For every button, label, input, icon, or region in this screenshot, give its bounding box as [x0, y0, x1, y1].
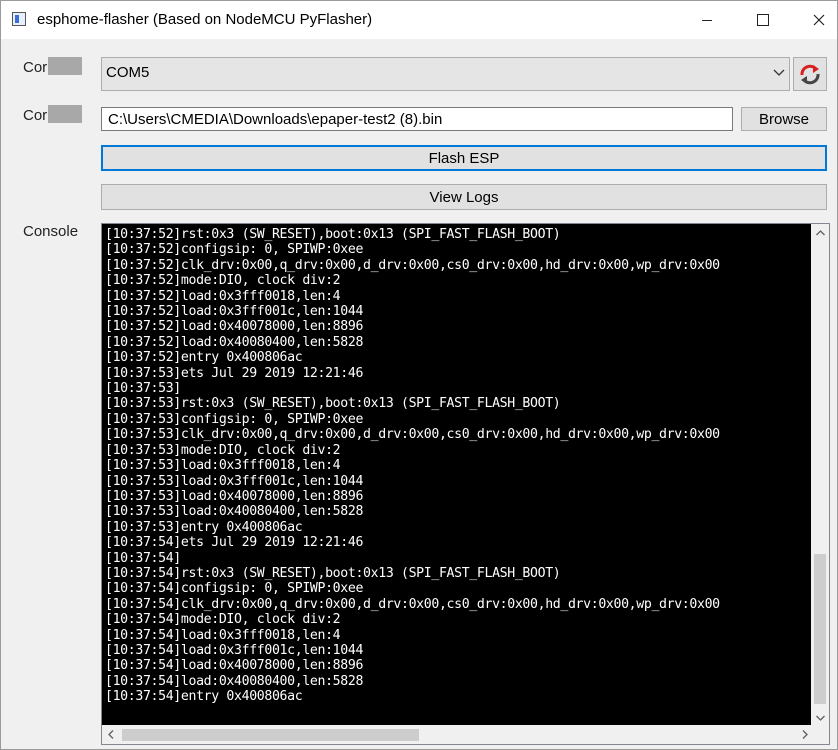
- console-line: [10:37:53]mode:DIO, clock div:2: [105, 442, 341, 458]
- horizontal-scrollbar[interactable]: [102, 725, 813, 744]
- close-button[interactable]: [791, 1, 837, 39]
- console-line: [10:37:54]configsip: 0, SPIWP:0xee: [105, 581, 364, 597]
- browse-button[interactable]: Browse: [741, 107, 827, 131]
- chevron-right-icon: [802, 730, 808, 739]
- console-line: [10:37:52]entry 0x400806ac: [105, 350, 303, 366]
- console-line: [10:37:54]entry 0x400806ac: [105, 689, 303, 705]
- maximize-icon: [757, 14, 769, 26]
- scroll-left-button[interactable]: [102, 725, 119, 744]
- vertical-scrollbar[interactable]: [811, 224, 829, 726]
- console-log-text: [10:37:52]rst:0x3 (SW_RESET),boot:0x13 (…: [105, 227, 805, 705]
- chevron-down-icon: [815, 715, 825, 721]
- console-line: [10:37:53]clk_drv:0x00,q_drv:0x00,d_drv:…: [105, 427, 720, 443]
- firmware-path-field[interactable]: [101, 107, 733, 131]
- console-line: [10:37:54]load:0x3fff0018,len:4: [105, 627, 341, 643]
- serial-port-label-text: Cor: [23, 59, 48, 76]
- maximize-button[interactable]: [735, 1, 791, 39]
- console-line: [10:37:52]load:0x3fff001c,len:1044: [105, 304, 364, 320]
- console-line: [10:37:54]clk_drv:0x00,q_drv:0x00,d_drv:…: [105, 596, 720, 612]
- console-line: [10:37:53]load:0x40080400,len:5828: [105, 504, 364, 520]
- scroll-down-button[interactable]: [811, 709, 829, 726]
- console-line: [10:37:52]configsip: 0, SPIWP:0xee: [105, 242, 364, 258]
- scrollbar-corner: [811, 725, 829, 744]
- console-line: [10:37:52]load:0x40080400,len:5828: [105, 334, 364, 350]
- redaction-mask: [48, 57, 83, 75]
- console-line: [10:37:54]mode:DIO, clock div:2: [105, 612, 341, 628]
- window-title: esphome-flasher (Based on NodeMCU PyFlas…: [37, 11, 373, 28]
- console-line: [10:37:54]rst:0x3 (SW_RESET),boot:0x13 (…: [105, 565, 561, 581]
- console-line: [10:37:54]load:0x40078000,len:8896: [105, 658, 364, 674]
- console-line: [10:37:54]ets Jul 29 2019 12:21:46: [105, 535, 364, 551]
- reload-icon: [800, 64, 820, 85]
- chevron-down-icon: [773, 69, 785, 76]
- minimize-button[interactable]: [679, 1, 735, 39]
- console-line: [10:37:53]rst:0x3 (SW_RESET),boot:0x13 (…: [105, 396, 561, 412]
- console-line: [10:37:52]load:0x3fff0018,len:4: [105, 288, 341, 304]
- app-window: esphome-flasher (Based on NodeMCU PyFlas…: [0, 0, 838, 750]
- console-line: [10:37:52]mode:DIO, clock div:2: [105, 273, 341, 289]
- app-window-icon: [12, 12, 26, 26]
- console-line: [10:37:52]clk_drv:0x00,q_drv:0x00,d_drv:…: [105, 257, 720, 273]
- console-line: [10:37:54]: [105, 550, 181, 566]
- console-line: [10:37:53]: [105, 381, 181, 397]
- chevron-left-icon: [107, 730, 113, 739]
- firmware-label: Cor: [23, 105, 83, 124]
- title-bar[interactable]: esphome-flasher (Based on NodeMCU PyFlas…: [1, 1, 837, 39]
- console-line: [10:37:53]configsip: 0, SPIWP:0xee: [105, 411, 364, 427]
- console-line: [10:37:54]load:0x3fff001c,len:1044: [105, 642, 364, 658]
- view-logs-button[interactable]: View Logs: [101, 184, 827, 210]
- console-line: [10:37:52]load:0x40078000,len:8896: [105, 319, 364, 335]
- console-line: [10:37:53]ets Jul 29 2019 12:21:46: [105, 365, 364, 381]
- close-icon: [813, 14, 825, 26]
- serial-port-label: Cor: [23, 57, 83, 76]
- horizontal-scroll-thumb[interactable]: [122, 729, 419, 741]
- minimize-icon: [702, 19, 712, 21]
- vertical-scroll-thumb[interactable]: [814, 554, 826, 704]
- serial-port-select[interactable]: COM5: [101, 57, 790, 91]
- console-line: [10:37:53]load:0x3fff0018,len:4: [105, 458, 341, 474]
- firmware-label-text: Cor: [23, 107, 48, 124]
- console-line: [10:37:53]entry 0x400806ac: [105, 519, 303, 535]
- console-line: [10:37:53]load:0x3fff001c,len:1044: [105, 473, 364, 489]
- redaction-mask: [48, 105, 83, 123]
- console-label: Console: [23, 223, 79, 240]
- reload-ports-button[interactable]: [793, 57, 827, 91]
- serial-port-value: COM5: [106, 64, 150, 81]
- flash-esp-button[interactable]: Flash ESP: [101, 145, 827, 171]
- console-line: [10:37:53]load:0x40078000,len:8896: [105, 488, 364, 504]
- scroll-up-button[interactable]: [811, 224, 829, 241]
- console-line: [10:37:52]rst:0x3 (SW_RESET),boot:0x13 (…: [105, 227, 561, 242]
- console-output[interactable]: [10:37:52]rst:0x3 (SW_RESET),boot:0x13 (…: [101, 223, 830, 745]
- console-line: [10:37:54]load:0x40080400,len:5828: [105, 673, 364, 689]
- chevron-up-icon: [815, 229, 825, 235]
